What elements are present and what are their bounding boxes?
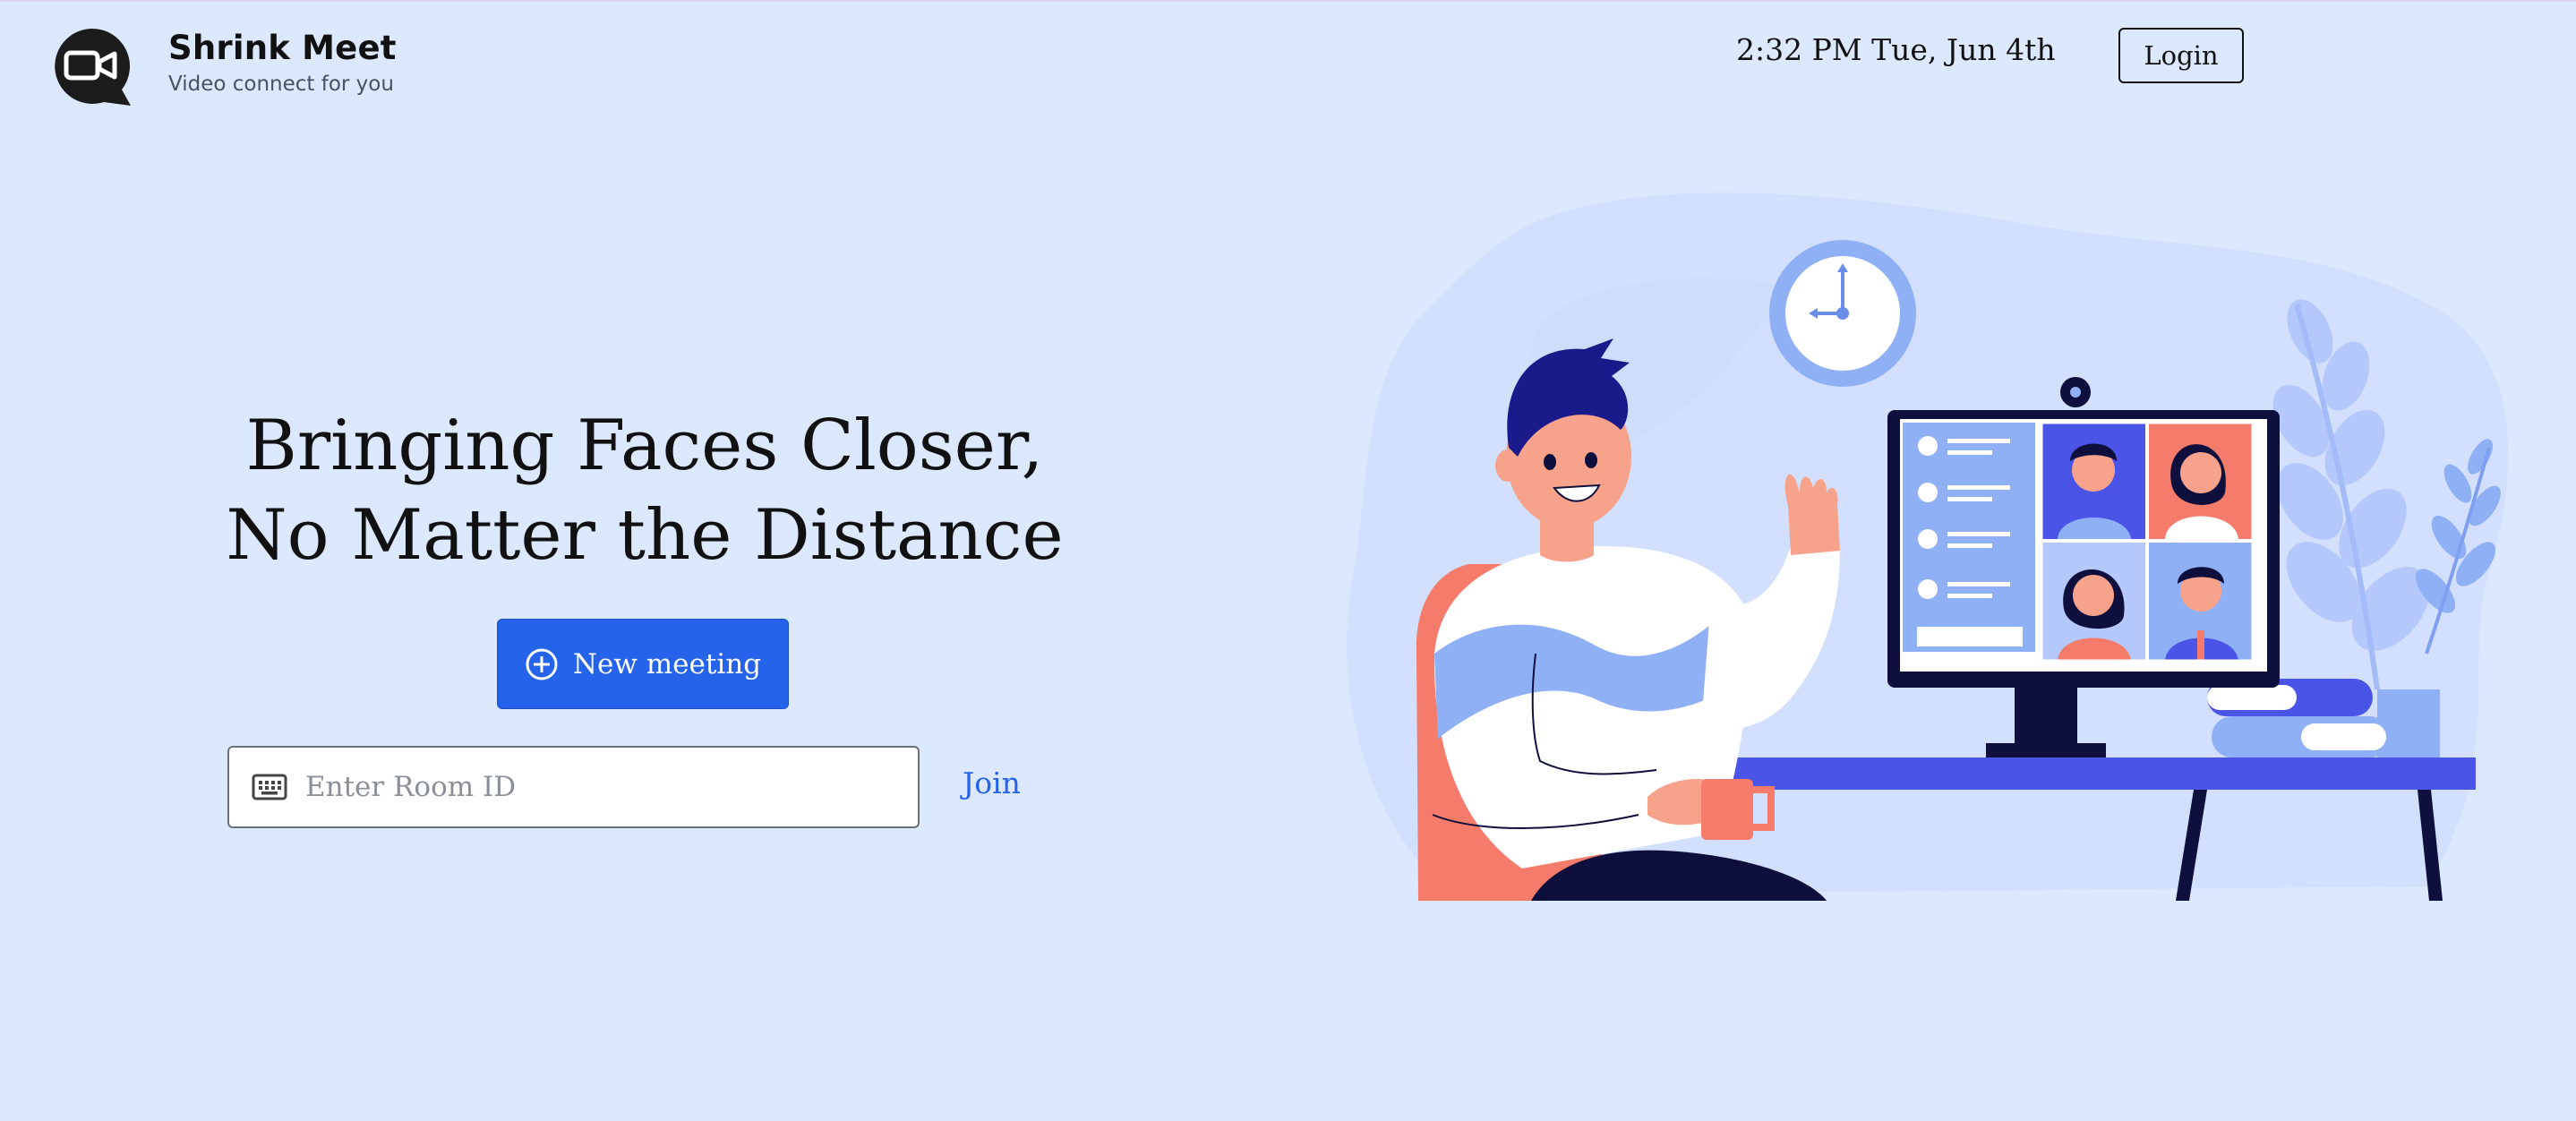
brand-title: Shrink Meet [168, 29, 397, 67]
desk-top [1724, 757, 2476, 790]
plus-circle-icon [526, 648, 558, 680]
new-meeting-label: New meeting [572, 647, 762, 680]
room-id-input[interactable] [304, 770, 880, 804]
top-border [0, 0, 2576, 2]
video-camera-icon [52, 27, 131, 107]
brand-subtitle: Video connect for you [168, 73, 394, 96]
hero-title: Bringing Faces Closer, No Matter the Dis… [197, 401, 1092, 580]
brand: Shrink Meet Video connect for you [52, 27, 397, 107]
books [2207, 679, 2391, 757]
hero-title-line-2: No Matter the Distance [226, 495, 1064, 576]
hero-title-line-1: Bringing Faces Closer, [245, 406, 1044, 486]
join-button[interactable]: Join [963, 766, 1021, 800]
keyboard-icon [252, 774, 287, 800]
current-datetime: 2:32 PM Tue, Jun 4th [1736, 32, 2056, 67]
room-id-field[interactable] [227, 746, 920, 828]
wall-clock [1769, 240, 1916, 387]
login-button[interactable]: Login [2118, 28, 2244, 83]
new-meeting-button[interactable]: New meeting [497, 619, 789, 709]
video-call-illustration [1347, 193, 2509, 901]
